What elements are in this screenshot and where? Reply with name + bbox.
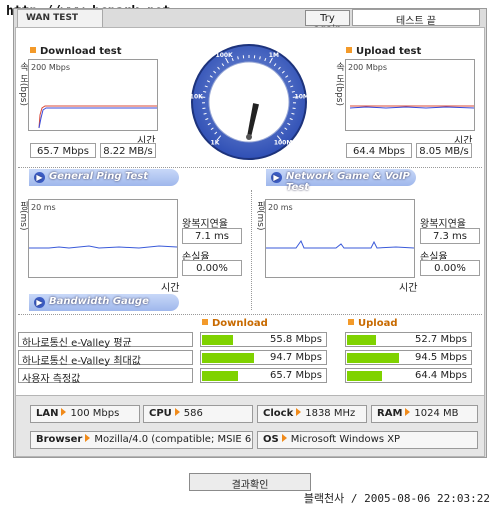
browser-value: Mozilla/4.0 (compatible; MSIE 6.0 (94, 434, 253, 445)
tab-wan-test[interactable]: WAN TEST (17, 9, 103, 27)
cpu-label: CPU (149, 408, 172, 419)
gauge-bar-value: 52.7 Mbps (415, 334, 467, 345)
lan-label: LAN (36, 408, 59, 419)
game-xlabel: 시간 (399, 283, 418, 294)
orange-arrow-icon (85, 434, 91, 442)
gauge-bar-fill (202, 353, 254, 363)
general-ping-test-label: ▶ General Ping Test (29, 169, 179, 186)
gauge-tick-label: 10K (190, 93, 203, 100)
ram-value: 1024 MB (414, 408, 459, 419)
network-game-voip-test-label: ▶ Network Game & VoIP Test (266, 169, 416, 193)
ping-scale: 20 ms (31, 203, 56, 212)
gauge-download-header: Download (202, 318, 268, 329)
gauge-tick-label: 10M (295, 93, 308, 100)
separator-2 (18, 314, 482, 315)
arrow-icon: ▶ (34, 172, 45, 183)
download-test-title: Download test (30, 46, 122, 57)
ping-xlabel: 시간 (161, 283, 180, 294)
general-ping-text: General Ping Test (49, 171, 149, 182)
upload-test-title: Upload test (346, 46, 421, 57)
arrow-icon: ▶ (34, 297, 45, 308)
lan-value: 100 Mbps (70, 408, 120, 419)
game-rtt-value: 7.3 ms (420, 228, 480, 244)
browser-info: Browser Mozilla/4.0 (compatible; MSIE 6.0 (30, 431, 253, 449)
upload-mbs: 8.05 MB/s (416, 143, 472, 158)
os-value: Microsoft Windows XP (290, 434, 401, 445)
gauge-row-label: 하나로통신 e-Valley 최대값 (18, 350, 193, 367)
clock-info: Clock 1838 MHz (257, 405, 367, 423)
gauge-tick (259, 56, 261, 60)
cpu-info: CPU 586 (143, 405, 253, 423)
gauge-upload-bar: 94.5 Mbps (345, 350, 472, 365)
status-display: 테스트 끝 (352, 9, 480, 27)
os-label: OS (263, 434, 279, 445)
separator-vertical (251, 190, 252, 310)
gauge-bar-fill (202, 371, 238, 381)
orange-arrow-icon (281, 434, 287, 442)
gauge-tick-label: 1M (269, 52, 279, 59)
gauge-bar-value: 64.4 Mbps (415, 370, 467, 381)
clock-label: Clock (263, 408, 294, 419)
gauge-upload-bar: 64.4 Mbps (345, 368, 472, 383)
download-mbps: 65.7 Mbps (30, 143, 96, 158)
upload-scale: 200 Mbps (348, 63, 388, 72)
gauge-tick (237, 56, 239, 60)
separator-1 (18, 167, 482, 168)
orange-arrow-icon (174, 408, 180, 416)
footer-credit: 블랙천사 / 2005-08-06 22:03:22 (303, 492, 490, 505)
gauge-bar-value: 65.7 Mbps (270, 370, 322, 381)
bandwidth-gauge-label: ▶ Bandwidth Gauge (29, 294, 179, 311)
try-again-button[interactable]: Try again (305, 10, 350, 35)
gauge-bar-value: 55.8 Mbps (270, 334, 322, 345)
bandwidth-gauge-text: Bandwidth Gauge (49, 296, 149, 307)
gauge-row-label: 사용자 측정값 (18, 368, 193, 385)
ping-loss-value: 0.00% (182, 260, 242, 276)
gauge-tick (203, 90, 207, 93)
ram-info: RAM 1024 MB (371, 405, 478, 423)
orange-arrow-icon (405, 408, 411, 416)
gauge-tick (291, 90, 295, 93)
gauge-bar-fill (347, 353, 399, 363)
gauge-upload-header: Upload (348, 318, 397, 329)
ram-label: RAM (377, 408, 403, 419)
gauge-download-bar: 94.7 Mbps (200, 350, 327, 365)
orange-arrow-icon (61, 408, 67, 416)
speedometer-gauge: 1K 10K 100K 1M 10M 100M (190, 43, 309, 161)
ping-rtt-value: 7.1 ms (182, 228, 242, 244)
gauge-download-bar: 55.8 Mbps (200, 332, 327, 347)
gauge-download-bar: 65.7 Mbps (200, 368, 327, 383)
browser-label: Browser (36, 434, 83, 445)
speedometer-svg: 1K 10K 100K 1M 10M 100M (190, 44, 309, 160)
gauge-bar-fill (347, 335, 376, 345)
gauge-bar-fill (202, 335, 233, 345)
gauge-tick-label: 100M (274, 140, 293, 147)
game-scale: 20 ms (268, 203, 293, 212)
download-scale: 200 Mbps (31, 63, 71, 72)
gauge-bar-value: 94.5 Mbps (415, 352, 467, 363)
confirm-result-button[interactable]: 결과확인 (189, 473, 311, 491)
clock-value: 1838 MHz (305, 408, 356, 419)
orange-arrow-icon (296, 408, 302, 416)
game-loss-value: 0.00% (420, 260, 480, 276)
gauge-row-label: 하나로통신 e-Valley 평균 (18, 332, 193, 349)
cpu-value: 586 (183, 408, 203, 419)
gauge-bar-value: 94.7 Mbps (270, 352, 322, 363)
lan-info: LAN 100 Mbps (30, 405, 140, 423)
os-info: OS Microsoft Windows XP (257, 431, 478, 449)
upload-mbps: 64.4 Mbps (346, 143, 412, 158)
gauge-tick-label: 1K (211, 140, 220, 147)
gauge-upload-bar: 52.7 Mbps (345, 332, 472, 347)
download-mbs: 8.22 MB/s (100, 143, 156, 158)
arrow-icon: ▶ (271, 172, 282, 183)
gauge-tick-label: 100K (216, 52, 234, 59)
gauge-bar-fill (347, 371, 382, 381)
